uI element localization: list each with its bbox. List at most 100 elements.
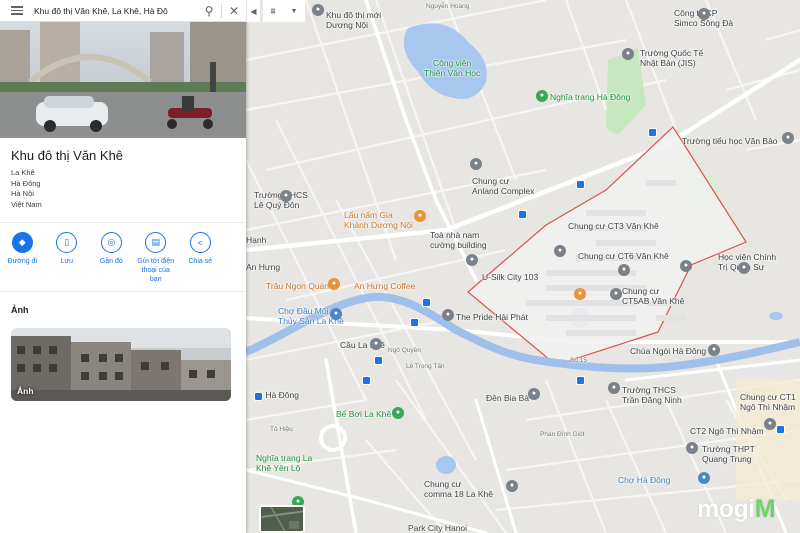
place-hero-photo[interactable]	[0, 22, 246, 138]
pool-pin-icon[interactable]: ●	[392, 407, 404, 419]
label-do-thi-moi: Khu đô thị mới Dương Nội	[326, 10, 382, 30]
label-an-hung-coffee: An Hưng Coffee	[354, 281, 416, 291]
label-thpt-qt: Trường THPT Quang Trung	[702, 444, 755, 464]
shop-pin-icon[interactable]: ●	[330, 308, 342, 320]
send-to-phone-icon: ▤	[145, 232, 167, 253]
photos-tile[interactable]: Ảnh	[11, 328, 231, 401]
label-ct1: Chung cư CT1 Ngô Thì Nhậm	[740, 392, 796, 412]
pin-icon[interactable]: ●	[764, 418, 776, 430]
menu-button[interactable]	[0, 0, 34, 22]
share-icon: <	[189, 232, 211, 253]
address-line: Việt Nam	[11, 199, 42, 209]
pin-icon[interactable]: ●	[466, 254, 478, 266]
bus-stop-icon[interactable]	[576, 376, 585, 385]
label-ct3: Chung cư CT3 Văn Khê	[568, 221, 659, 231]
pin-icon[interactable]: ●	[528, 388, 540, 400]
search-input[interactable]: Khu đô thị Văn Khê, La Khê, Hà Đô	[34, 6, 197, 16]
pin-icon[interactable]: ●	[470, 158, 482, 170]
pin-icon[interactable]: ●	[782, 132, 794, 144]
label-usilk: U-Silk City 103	[482, 272, 539, 282]
label-be-boi: Bể Bơi La Khê	[336, 409, 392, 419]
park-pin-icon[interactable]: ●	[536, 90, 548, 102]
place-panel: Khu đô thị Văn Khê, La Khê, Hà Đô ⚲ ✕ Kh…	[0, 0, 246, 533]
pin-icon[interactable]: ●	[280, 190, 292, 202]
label-cho-ha-dong: Chợ Hà Đông	[618, 475, 671, 485]
pin-icon[interactable]: ●	[618, 264, 630, 276]
label-cong-vien: Công viên Thiên Văn Học	[424, 58, 481, 78]
label-hanh: Hạnh	[246, 235, 267, 245]
label-an-hung: An Hưng	[246, 262, 281, 272]
road-to-hieu: Tô Hiệu	[270, 426, 293, 433]
pin-icon[interactable]: ●	[708, 344, 720, 356]
bus-stop-icon[interactable]	[374, 356, 383, 365]
bus-stop-icon[interactable]	[410, 318, 419, 327]
collapse-panel-button[interactable]: ◀	[246, 0, 260, 22]
close-icon: ✕	[228, 3, 240, 18]
label-comma: Chung cư comma 18 La Khê	[424, 479, 493, 499]
road-ngo-quyen: Ngô Quyền	[388, 347, 421, 354]
label-truong-qt: Trường Quốc Tế Nhật Bản (JIS)	[640, 48, 704, 68]
directions-button[interactable]: ◆ Đường đi	[0, 232, 45, 291]
address-line: Hà Đông	[11, 178, 41, 188]
label-chua-ngoi: Chùa Ngòi Hà Đông	[630, 346, 707, 356]
label-toa-nha: Toà nhà nam cường building	[430, 230, 487, 250]
street-photo-image	[0, 22, 246, 138]
pin-icon[interactable]: ●	[312, 4, 324, 16]
pin-icon[interactable]: ●	[554, 245, 566, 257]
search-bar: Khu đô thị Văn Khê, La Khê, Hà Đô ⚲ ✕	[0, 0, 246, 22]
label-ct2: CT2 Ngô Thì Nhậm	[690, 426, 764, 436]
address-line: Hà Nội	[11, 189, 34, 198]
save-button[interactable]: ▯ Lưu	[45, 232, 90, 291]
shop-pin-icon[interactable]: ●	[698, 472, 710, 484]
road-phan-dinh-giot: Phan Đình Giót	[540, 431, 585, 438]
label-lau-nam: Lẩu nấm Gia Khánh Dương Nội	[344, 210, 413, 230]
pin-icon[interactable]: ●	[610, 288, 622, 300]
label-park-city: Park City Hanoi	[408, 523, 468, 533]
restaurant-pin-icon[interactable]: ●	[414, 210, 426, 222]
pin-icon[interactable]: ●	[370, 338, 382, 350]
search-icon: ⚲	[204, 3, 214, 18]
pin-icon[interactable]: ●	[698, 8, 710, 20]
photos-heading: Ảnh	[11, 305, 29, 315]
place-title: Khu đô thị Văn Khê	[11, 148, 124, 163]
bus-stop-icon[interactable]	[776, 425, 785, 434]
bus-stop-icon[interactable]	[254, 392, 263, 401]
restaurant-pin-icon[interactable]: ●	[574, 288, 586, 300]
bus-stop-icon[interactable]	[362, 376, 371, 385]
road-le-trong-tan: Lê Trọng Tấn	[406, 363, 445, 370]
cafe-pin-icon[interactable]: ●	[328, 278, 340, 290]
pin-icon[interactable]: ●	[608, 382, 620, 394]
search-button[interactable]: ⚲	[197, 0, 221, 22]
label-ct6: Chung cư CT6 Văn Khê	[578, 251, 669, 261]
nearby-button[interactable]: ◎ Gần đó	[89, 232, 134, 291]
pin-icon[interactable]: ●	[506, 480, 518, 492]
share-button[interactable]: < Chia sẻ	[178, 232, 223, 291]
label-trau-ngon: Trâu Ngon Quán	[266, 281, 329, 291]
label-nghia-trang-la-khe: Nghĩa trang La Khê Yên Lộ	[256, 453, 313, 473]
bus-stop-icon[interactable]	[648, 128, 657, 137]
mogi-watermark-logo: mogiM	[697, 495, 776, 523]
pin-icon[interactable]: ●	[738, 262, 750, 274]
label-anland: Chung cư Anland Complex	[472, 176, 535, 196]
clear-search-button[interactable]: ✕	[222, 0, 246, 22]
photos-tile-image	[11, 328, 231, 401]
layer-control[interactable]: ⩩ ▼	[263, 0, 305, 22]
chevron-left-icon: ◀	[250, 6, 257, 16]
pin-icon[interactable]: ●	[442, 309, 454, 321]
bus-stop-icon[interactable]	[422, 298, 431, 307]
map-canvas[interactable]: Khu đô thị mới Dương Nội Công viên Thiên V…	[246, 0, 800, 533]
label-th-van-bao: Trường tiểu học Văn Bảo	[682, 136, 778, 146]
directions-icon: ◆	[11, 232, 33, 253]
bus-stop-icon[interactable]	[576, 180, 585, 189]
label-den-bia: Đền Bia Bà	[486, 393, 529, 403]
layer-icon: ⩩	[270, 5, 276, 16]
label-thcs-tdn: Trường THCS Trần Đăng Ninh	[622, 385, 682, 405]
send-to-phone-button[interactable]: ▤ Gửi tới điện thoại của bạn	[134, 232, 179, 291]
bus-stop-icon[interactable]	[518, 210, 527, 219]
pin-icon[interactable]: ●	[622, 48, 634, 60]
pin-icon[interactable]: ●	[680, 260, 692, 272]
pin-icon[interactable]: ●	[686, 442, 698, 454]
satellite-layer-toggle[interactable]	[259, 505, 305, 533]
action-bar: ◆ Đường đi ▯ Lưu ◎ Gần đó ▤ Gửi tới điện…	[0, 222, 246, 292]
chevron-down-icon: ▼	[290, 7, 298, 15]
